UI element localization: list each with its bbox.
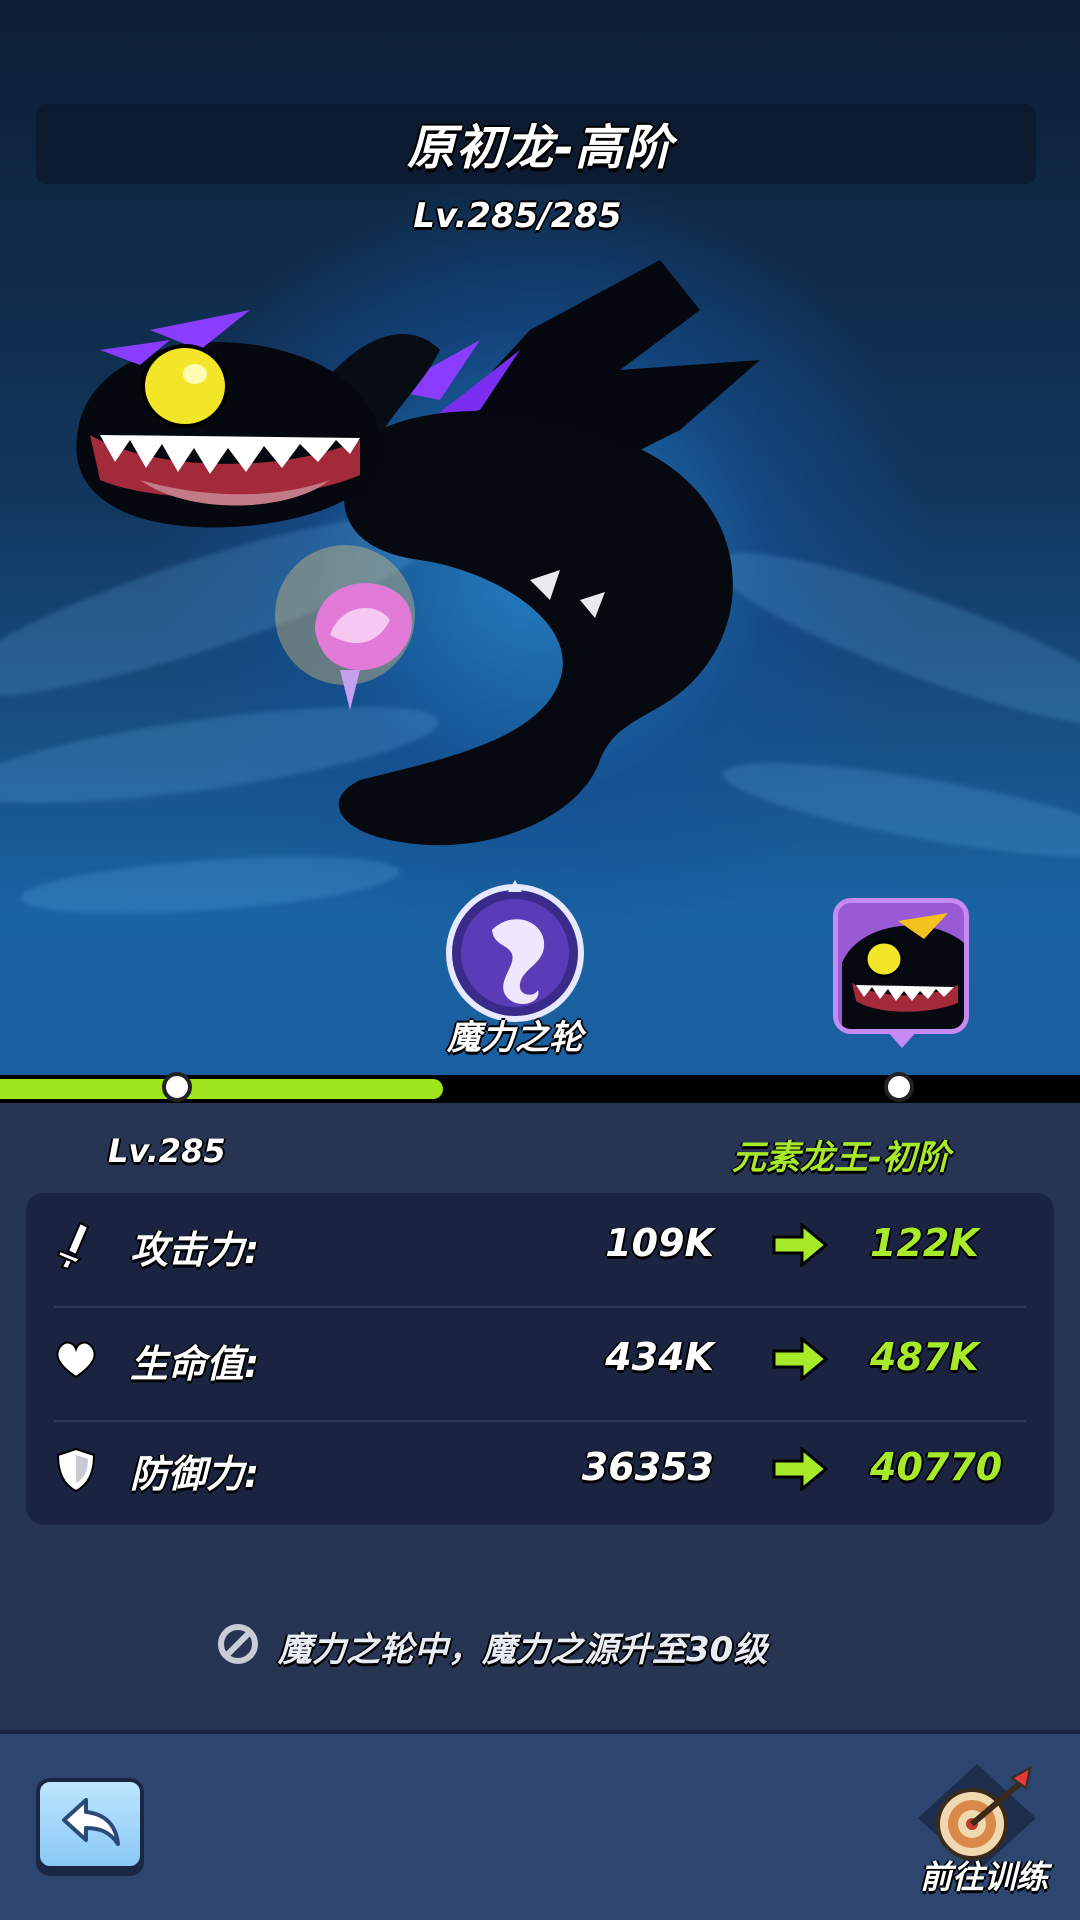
stats-comparison: 攻击力: 109K 122K 生命值: 434K 487K 防御力: 36353… <box>26 1193 1054 1525</box>
go-train-button-label[interactable]: 前往训练 <box>904 1852 1064 1898</box>
heart-icon <box>56 1341 96 1379</box>
next-form-portrait[interactable] <box>833 898 969 1034</box>
skill-name: 魔力之轮 <box>447 1018 583 1058</box>
arrow-right-icon <box>772 1223 828 1267</box>
dragon-name: 原初龙-高阶 <box>407 120 673 176</box>
current-level-marker <box>162 1072 192 1102</box>
shield-icon <box>56 1447 96 1493</box>
requirement-notice: 魔力之轮中，魔力之源升至30级 <box>278 1630 768 1670</box>
stat-label: 攻击力: <box>130 1228 260 1272</box>
prohibited-icon <box>218 1624 258 1664</box>
stat-label: 生命值: <box>130 1342 260 1386</box>
stat-row-health: 生命值: 434K 487K <box>26 1307 1054 1417</box>
current-level-label: Lv.285 <box>108 1132 226 1170</box>
sword-icon <box>56 1221 90 1271</box>
next-form-marker <box>884 1072 914 1102</box>
skill-emblem[interactable] <box>442 880 588 1026</box>
stat-next-value: 122K <box>870 1221 979 1265</box>
stat-row-attack: 攻击力: 109K 122K <box>26 1193 1054 1303</box>
arrow-right-icon <box>772 1447 828 1491</box>
back-button[interactable] <box>36 1778 144 1870</box>
progress-fill <box>0 1079 443 1099</box>
stat-next-value: 487K <box>870 1335 979 1379</box>
portrait-pointer <box>886 1030 918 1048</box>
dragon-level: Lv.285/285 <box>413 196 622 236</box>
back-arrow-icon <box>62 1798 120 1846</box>
stat-label: 防御力: <box>130 1452 260 1496</box>
arrow-right-icon <box>772 1337 828 1381</box>
stat-next-value: 40770 <box>870 1445 1003 1489</box>
stat-row-defense: 防御力: 36353 40770 <box>26 1417 1054 1527</box>
stat-current-value: 109K <box>605 1221 714 1265</box>
next-form-name: 元素龙王-初阶 <box>731 1138 950 1178</box>
stat-current-value: 434K <box>605 1335 714 1379</box>
dragon-artwork <box>76 260 760 846</box>
stat-current-value: 36353 <box>581 1445 714 1489</box>
